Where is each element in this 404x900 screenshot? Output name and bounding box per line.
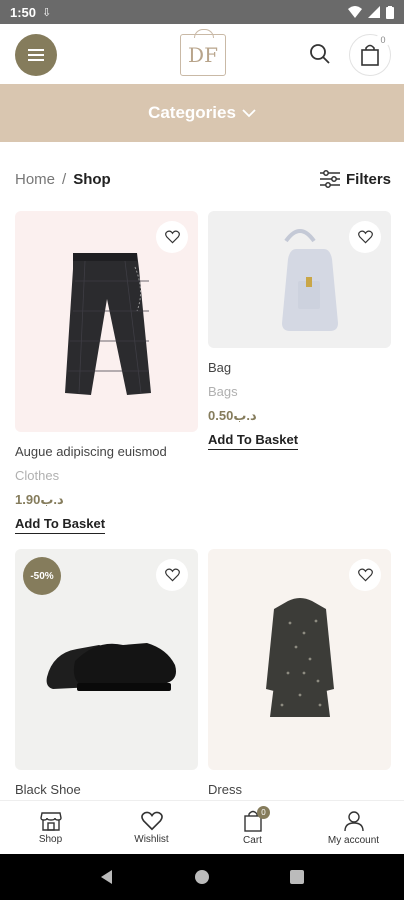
- bottom-nav: Shop Wishlist Cart 0 My account: [0, 800, 404, 854]
- nav-cart[interactable]: Cart 0: [202, 801, 303, 854]
- heart-icon: [140, 811, 163, 830]
- heart-icon: [164, 230, 180, 244]
- filters-button[interactable]: Filters: [319, 170, 391, 188]
- nav-shop[interactable]: Shop: [0, 801, 101, 854]
- logo[interactable]: DF: [180, 29, 226, 76]
- breadcrumb: Home / Shop Filters: [15, 166, 391, 192]
- wishlist-button[interactable]: [349, 221, 381, 253]
- product-price: 1.90د.ب: [15, 492, 64, 507]
- nav-cart-label: Cart: [243, 834, 262, 846]
- back-icon[interactable]: [99, 869, 115, 885]
- wishlist-button[interactable]: [349, 559, 381, 591]
- breadcrumb-home[interactable]: Home: [15, 171, 55, 188]
- categories-dropdown[interactable]: Categories: [0, 84, 404, 142]
- home-icon[interactable]: [194, 869, 210, 885]
- heart-icon: [357, 230, 373, 244]
- product-price: 0.50د.ب: [208, 408, 257, 423]
- product-image[interactable]: [208, 211, 391, 348]
- breadcrumb-current: Shop: [73, 170, 111, 188]
- signal-icon: [368, 6, 380, 18]
- filter-sliders-icon: [319, 170, 340, 188]
- recents-icon[interactable]: [289, 869, 305, 885]
- product-image[interactable]: [15, 211, 198, 432]
- nav-wishlist[interactable]: Wishlist: [101, 801, 202, 854]
- status-bar: 1:50 ⇩: [0, 0, 404, 24]
- product-image[interactable]: [208, 549, 391, 770]
- wifi-icon: [348, 6, 362, 18]
- add-to-basket-button[interactable]: Add To Basket: [15, 516, 106, 534]
- product-name[interactable]: Augue adipiscing euismod: [15, 444, 198, 459]
- heart-icon: [164, 568, 180, 582]
- nav-wishlist-label: Wishlist: [134, 833, 169, 845]
- logo-text: DF: [188, 43, 218, 67]
- cart-button[interactable]: 0: [349, 33, 391, 76]
- nav-account[interactable]: My account: [303, 801, 404, 854]
- product-category[interactable]: Clothes: [15, 468, 198, 483]
- menu-button[interactable]: [15, 34, 57, 76]
- nav-account-label: My account: [327, 834, 380, 846]
- product-card[interactable]: -50% Black Shoe: [15, 549, 198, 797]
- breadcrumb-separator: /: [62, 170, 67, 188]
- search-button[interactable]: [308, 42, 332, 66]
- product-name[interactable]: Black Shoe: [15, 782, 198, 797]
- app-header: DF 0: [0, 24, 404, 84]
- heart-icon: [357, 568, 373, 582]
- product-card[interactable]: Bag Bags 0.50د.ب Add To Basket: [208, 211, 391, 450]
- product-card[interactable]: Augue adipiscing euismod Clothes 1.90د.ب…: [15, 211, 198, 534]
- filters-label: Filters: [345, 170, 391, 188]
- product-name[interactable]: Bag: [208, 360, 391, 375]
- battery-icon: [386, 5, 394, 19]
- product-image[interactable]: -50%: [15, 549, 198, 770]
- store-icon: [39, 811, 62, 831]
- wishlist-button[interactable]: [156, 221, 188, 253]
- system-nav-bar: [0, 854, 404, 900]
- nav-shop-label: Shop: [38, 833, 63, 845]
- wishlist-button[interactable]: [156, 559, 188, 591]
- cart-badge: 0: [257, 806, 270, 819]
- sale-badge: -50%: [23, 557, 61, 595]
- hamburger-icon: [28, 49, 44, 61]
- search-icon: [310, 44, 330, 64]
- user-icon: [343, 810, 364, 831]
- product-card[interactable]: Dress: [208, 549, 391, 797]
- add-to-basket-button[interactable]: Add To Basket: [208, 432, 299, 450]
- download-icon: ⇩: [42, 6, 52, 19]
- chevron-down-icon: [242, 109, 256, 118]
- product-category[interactable]: Bags: [208, 384, 391, 399]
- product-name[interactable]: Dress: [208, 782, 391, 797]
- categories-label: Categories: [148, 103, 236, 122]
- cart-count-badge: 0: [376, 33, 390, 47]
- shopping-bag-icon: [361, 44, 379, 66]
- status-time: 1:50: [10, 4, 37, 20]
